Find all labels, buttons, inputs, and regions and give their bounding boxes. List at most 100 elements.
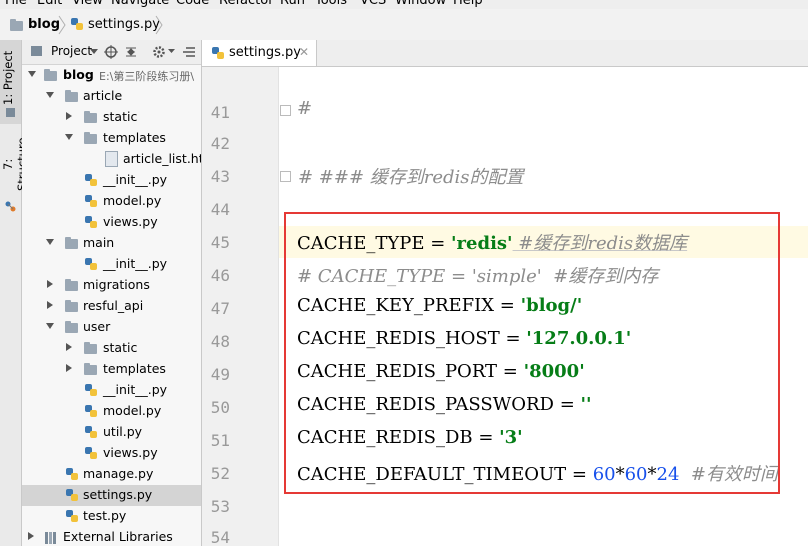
tree-item-label: settings.py (83, 487, 153, 502)
tree-item-folder[interactable]: migrations (22, 275, 201, 296)
tree-item-file[interactable]: __init__.py (22, 170, 201, 191)
menu-run[interactable]: Run (280, 0, 305, 8)
folder-icon (84, 111, 97, 123)
tree-item-label: views.py (103, 214, 158, 229)
close-icon[interactable]: ✕ (299, 45, 309, 59)
python-file-icon (65, 488, 79, 502)
tree-item-folder[interactable]: main (22, 233, 201, 254)
menu-navigate[interactable]: Navigate (111, 0, 169, 8)
tree-item-folder[interactable]: user (22, 317, 201, 338)
line-number: 51 (210, 431, 230, 450)
python-file-icon (84, 404, 98, 418)
chevron-down-icon[interactable] (168, 49, 175, 54)
python-file-icon (70, 17, 84, 31)
menu-window[interactable]: Window (395, 0, 446, 8)
python-file-icon (84, 257, 98, 271)
chevron-down-icon[interactable] (90, 49, 98, 55)
menu-edit[interactable]: Edit (37, 0, 62, 8)
fold-marker-icon[interactable] (280, 105, 291, 116)
tree-item-label: article (83, 88, 123, 103)
collapse-arrow-icon[interactable] (47, 301, 53, 309)
tree-item-file[interactable]: manage.py (22, 464, 201, 485)
tree-item-file[interactable]: article_list.html (22, 149, 201, 170)
tree-item-file-selected[interactable]: settings.py (22, 485, 201, 506)
tree-item-root[interactable]: blog E:\第三阶段练习册\ (22, 65, 201, 86)
locate-icon[interactable] (104, 45, 118, 59)
tab-structure[interactable]: 7: Structure (0, 132, 29, 222)
tab-settings-py[interactable]: settings.py ✕ (202, 40, 317, 66)
tree-root-path: E:\第三阶段练习册\ (99, 70, 195, 83)
tree-item-file[interactable]: model.py (22, 401, 201, 422)
editor-tab-bar: settings.py ✕ (202, 40, 808, 67)
tree-item-label: __init__.py (103, 256, 168, 271)
tree-item-file[interactable]: views.py (22, 212, 201, 233)
breadcrumb-project[interactable]: blog (28, 17, 60, 32)
line-number: 41 (210, 103, 230, 122)
menu-tools[interactable]: Tools (315, 0, 347, 8)
library-icon (45, 532, 56, 544)
tree-item-file[interactable]: util.py (22, 422, 201, 443)
tree-item-label: blog (63, 67, 94, 82)
tree-item-folder[interactable]: resful_api (22, 296, 201, 317)
tree-item-folder[interactable]: static (22, 107, 201, 128)
folder-icon (65, 237, 78, 249)
tree-item-file[interactable]: test.py (22, 506, 201, 527)
tree-item-file[interactable]: model.py (22, 191, 201, 212)
expand-arrow-icon[interactable] (46, 239, 54, 245)
expand-arrow-icon[interactable] (46, 323, 54, 329)
line-number: 48 (210, 332, 230, 351)
tree-item-folder[interactable]: templates (22, 128, 201, 149)
python-file-icon (65, 467, 79, 481)
collapse-arrow-icon[interactable] (66, 343, 72, 351)
collapse-all-icon[interactable] (124, 45, 138, 59)
python-file-icon (65, 509, 79, 523)
tree-item-folder[interactable]: article (22, 86, 201, 107)
tree-item-file[interactable]: __init__.py (22, 254, 201, 275)
tab-structure-label: 7: Structure (1, 137, 29, 191)
tree-item-file[interactable]: __init__.py (22, 380, 201, 401)
expand-arrow-icon[interactable] (65, 134, 73, 140)
menu-view[interactable]: View (72, 0, 103, 8)
project-view-selector[interactable]: Project (51, 44, 92, 58)
folder-icon (10, 19, 23, 31)
python-file-icon (84, 383, 98, 397)
line-number: 45 (210, 233, 230, 252)
line-number: 46 (210, 266, 230, 285)
tree-item-libraries[interactable]: External Libraries (22, 527, 201, 546)
tab-project-label: 1: Project (1, 50, 15, 106)
html-file-icon (105, 151, 118, 167)
tree-item-label: static (103, 109, 138, 124)
menu-vcs[interactable]: VCS (360, 0, 386, 8)
project-panel: Project blog E:\第三阶段练习册\ article static … (22, 40, 202, 546)
project-icon (6, 108, 15, 117)
breadcrumb-separator-icon (155, 15, 163, 35)
collapse-arrow-icon[interactable] (66, 112, 72, 120)
tree-item-label: model.py (103, 193, 162, 208)
collapse-arrow-icon[interactable] (47, 280, 53, 288)
folder-icon (84, 363, 97, 375)
python-file-icon (84, 446, 98, 460)
collapse-arrow-icon[interactable] (66, 364, 72, 372)
tree-item-folder[interactable]: templates (22, 359, 201, 380)
hide-panel-icon[interactable] (182, 45, 196, 59)
tree-item-file[interactable]: views.py (22, 443, 201, 464)
menu-refactor[interactable]: Refactor (219, 0, 274, 8)
gear-icon[interactable] (152, 45, 166, 59)
fold-marker-icon[interactable] (280, 171, 291, 182)
tree-item-folder[interactable]: static (22, 338, 201, 359)
expand-arrow-icon[interactable] (28, 71, 36, 77)
tree-item-label: __init__.py (103, 382, 168, 397)
folder-icon (65, 321, 78, 333)
breadcrumb-file[interactable]: settings.py (88, 17, 160, 32)
line-number: 54 (210, 528, 230, 547)
collapse-arrow-icon[interactable] (28, 532, 34, 540)
line-number: 53 (210, 497, 230, 516)
folder-icon (44, 69, 57, 81)
tab-project[interactable]: 1: Project (0, 40, 21, 124)
tree-item-label: test.py (83, 508, 127, 523)
expand-arrow-icon[interactable] (46, 92, 54, 98)
menu-help[interactable]: Help (453, 0, 483, 8)
menu-code[interactable]: Code (176, 0, 209, 8)
tree-item-label: user (83, 319, 111, 334)
menu-file[interactable]: File (5, 0, 27, 8)
